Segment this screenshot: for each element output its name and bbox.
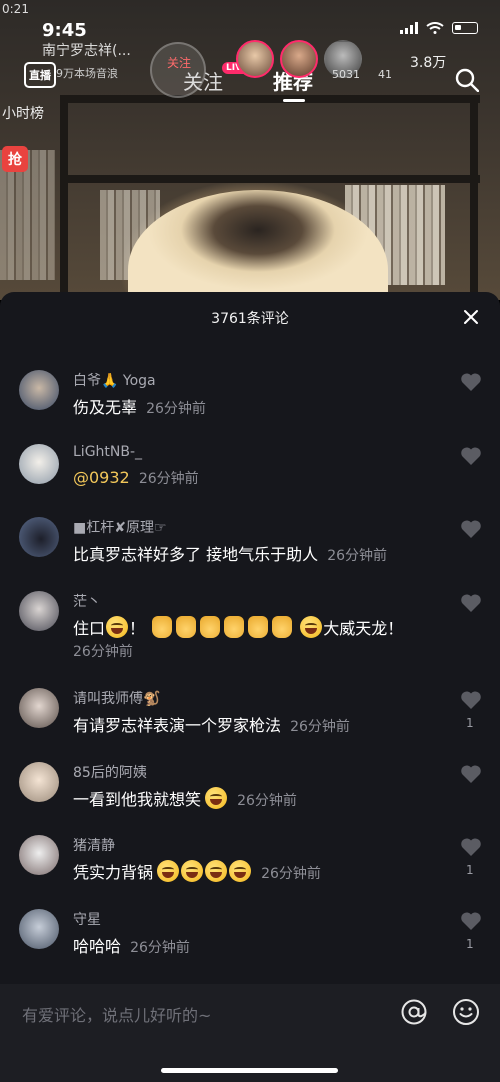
status-bar: 0:21 9:45 <box>0 0 500 41</box>
status-icons <box>400 22 478 34</box>
laugh-emoji-icon <box>300 616 323 638</box>
tears-of-joy-emoji-icon <box>205 860 228 882</box>
tab-follow[interactable]: 关注 <box>183 66 223 95</box>
comment-body: 有请罗志祥表演一个罗家枪法 <box>73 716 282 735</box>
wifi-icon <box>426 22 444 34</box>
comment-input-bar: 有爱评论，说点儿好听的~ <box>0 984 500 1082</box>
comment-text: @0932 26分钟前 <box>73 468 199 488</box>
fingers-crossed-emoji-icon <box>272 616 293 638</box>
commenter-avatar[interactable] <box>19 762 59 802</box>
comment-time: 26分钟前 <box>73 644 133 660</box>
tears-of-joy-emoji-icon <box>181 860 204 882</box>
commenter-avatar[interactable] <box>19 370 59 410</box>
comment-text: 凭实力背锅 26分钟前 <box>73 859 321 883</box>
rock-hand-emoji-icon <box>152 616 173 638</box>
comment-count-title: 3761条评论 <box>211 311 289 327</box>
commenter-name[interactable]: 茫丶 <box>73 591 101 611</box>
tears-of-joy-emoji-icon <box>157 860 180 882</box>
like-count: 1 <box>466 716 474 730</box>
comment-body: 比真罗志祥好多了 接地气乐于助人 <box>73 545 319 564</box>
comment-time: 26分钟前 <box>130 940 190 956</box>
search-icon[interactable] <box>455 68 479 92</box>
comment-time: 26分钟前 <box>290 719 350 735</box>
comment-body: 伤及无辜 <box>73 398 138 417</box>
like-heart-icon[interactable] <box>459 370 483 394</box>
signal-icon <box>400 22 418 34</box>
mention-at-icon[interactable] <box>400 998 428 1026</box>
commenter-name[interactable]: ■杠杆✘原理☞ <box>73 517 167 537</box>
comment-body-start: 住口 <box>73 619 106 638</box>
commenter-avatar[interactable] <box>19 909 59 949</box>
comment-time: 26分钟前 <box>138 471 199 487</box>
ok-hand-emoji-icon <box>248 616 269 638</box>
streamer-name[interactable]: 南宁罗志祥(... <box>42 40 131 60</box>
commenter-name[interactable]: 白爷🙏 Yoga <box>73 370 156 390</box>
laugh-emoji-icon <box>205 787 228 809</box>
viewer-count: 5031 <box>332 68 360 81</box>
commenter-avatar[interactable] <box>19 444 59 484</box>
comment-body: 一看到他我就想笑 <box>73 790 202 809</box>
like-heart-icon[interactable] <box>459 688 483 712</box>
comment-input[interactable]: 有爱评论，说点儿好听的~ <box>22 1002 211 1026</box>
commenter-name[interactable]: 猪清静 <box>73 835 115 855</box>
comment-text: 哈哈哈 26分钟前 <box>73 933 190 957</box>
comment-mention[interactable]: @0932 <box>73 468 130 487</box>
status-time-small: 0:21 <box>2 2 29 16</box>
comment-body-end: 大威天龙！ <box>323 619 404 638</box>
comment-time: 26分钟前 <box>327 548 388 564</box>
audience-total: 3.8万 <box>410 55 447 71</box>
comment-body: 凭实力背锅 <box>73 863 154 882</box>
hour-rank-link[interactable]: 小时榜 <box>2 103 44 123</box>
comment-body-mid: ！ <box>129 619 146 638</box>
shelf-board <box>60 95 480 103</box>
call-me-hand-emoji-icon <box>224 616 245 638</box>
tab-active-indicator <box>283 99 305 102</box>
like-heart-icon[interactable] <box>459 762 483 786</box>
commenter-avatar[interactable] <box>19 835 59 875</box>
home-indicator[interactable] <box>161 1068 338 1073</box>
comment-text: 比真罗志祥好多了 接地气乐于助人 26分钟前 <box>73 541 387 565</box>
shelf-post <box>470 95 478 300</box>
commenter-avatar[interactable] <box>19 517 59 557</box>
like-heart-icon[interactable] <box>459 909 483 933</box>
comment-panel: 3761条评论 白爷🙏 Yoga 伤及无辜 26分钟前 LiGhtNB-_ @0… <box>0 292 500 1082</box>
point-hand-emoji-icon <box>176 616 197 638</box>
like-heart-icon[interactable] <box>459 591 483 615</box>
comment-text: 有请罗志祥表演一个罗家枪法 26分钟前 <box>73 712 350 736</box>
like-count: 1 <box>466 863 474 877</box>
battery-icon <box>452 22 478 34</box>
viewer-avatar[interactable] <box>280 40 318 78</box>
commenter-name[interactable]: LiGhtNB-_ <box>73 444 142 460</box>
comment-time: 26分钟前 <box>237 793 297 809</box>
comment-text: 住口 ！ 大威天龙！ <box>73 615 403 639</box>
red-packet-icon[interactable]: 抢 <box>2 146 28 172</box>
like-heart-icon[interactable] <box>459 517 483 541</box>
comment-time: 26分钟前 <box>261 866 321 882</box>
commenter-name[interactable]: 85后的阿姨 <box>73 762 147 782</box>
viewer-avatar[interactable] <box>236 40 274 78</box>
close-icon[interactable] <box>462 308 480 326</box>
shelf-post <box>60 95 68 300</box>
comment-text: 伤及无辜 26分钟前 <box>73 394 206 418</box>
comment-time-line: 26分钟前 <box>73 641 133 661</box>
comment-time: 26分钟前 <box>146 401 206 417</box>
comment-body: 哈哈哈 <box>73 937 122 956</box>
comment-text: 一看到他我就想笑 26分钟前 <box>73 786 297 810</box>
status-time: 9:45 <box>42 20 87 41</box>
vulcan-hand-emoji-icon <box>200 616 221 638</box>
laugh-emoji-icon <box>106 616 129 638</box>
emoji-smile-icon[interactable] <box>452 998 480 1026</box>
like-heart-icon[interactable] <box>459 444 483 468</box>
viewer-count-secondary: 41 <box>378 68 392 81</box>
like-heart-icon[interactable] <box>459 835 483 859</box>
like-count: 1 <box>466 937 474 951</box>
live-button[interactable]: 直播 <box>24 62 56 88</box>
streamer-stats: 9万本场音浪 <box>56 67 118 80</box>
commenter-avatar[interactable] <box>19 591 59 631</box>
tears-of-joy-emoji-icon <box>229 860 252 882</box>
commenter-name[interactable]: 请叫我师傅🐒 <box>73 688 160 708</box>
shelf-board <box>60 175 480 183</box>
commenter-name[interactable]: 守星 <box>73 909 101 929</box>
commenter-avatar[interactable] <box>19 688 59 728</box>
